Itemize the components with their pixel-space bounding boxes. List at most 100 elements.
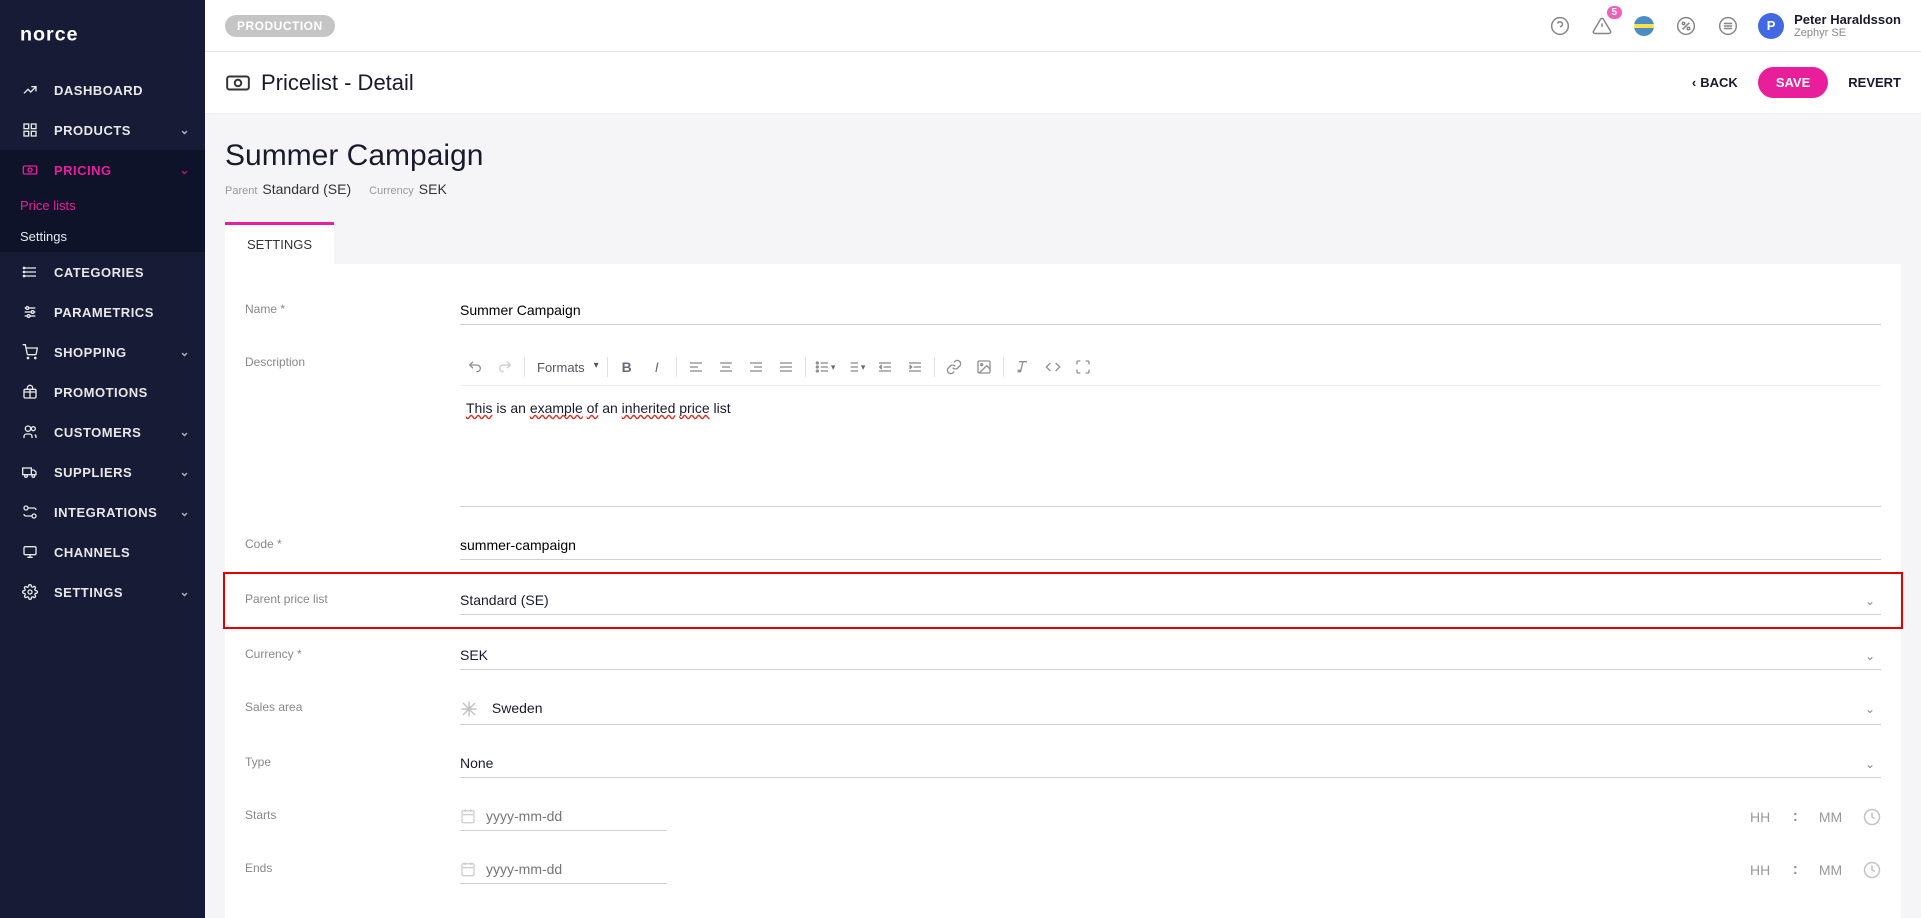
user-name: Peter Haraldsson xyxy=(1794,12,1901,27)
sidebar-item-shopping[interactable]: SHOPPING ⌄ xyxy=(0,332,205,372)
parent-select[interactable]: Standard (SE) xyxy=(460,586,1881,615)
sidebar-item-label: DASHBOARD xyxy=(54,83,143,98)
link-icon[interactable] xyxy=(939,353,969,381)
discount-icon[interactable] xyxy=(1674,14,1698,38)
sidebar: norce DASHBOARD PRODUCTS ⌄ PRICING ⌄ Pri… xyxy=(0,0,205,918)
chevron-left-icon: ‹ xyxy=(1692,75,1696,90)
back-button[interactable]: ‹BACK xyxy=(1692,75,1738,90)
chevron-down-icon: ⌄ xyxy=(179,425,190,439)
ends-label: Ends xyxy=(245,855,460,875)
revert-button[interactable]: REVERT xyxy=(1848,75,1901,90)
ends-mm[interactable]: MM xyxy=(1808,862,1853,878)
logo[interactable]: norce xyxy=(0,15,205,70)
ends-date-input[interactable] xyxy=(460,855,667,884)
rte-toolbar: Formats B I ▾ ▾ xyxy=(460,349,1881,386)
align-center-icon[interactable] xyxy=(711,353,741,381)
channels-icon xyxy=(20,544,40,560)
help-icon[interactable] xyxy=(1548,14,1572,38)
sidebar-item-parametrics[interactable]: PARAMETRICS xyxy=(0,292,205,332)
description-editor: Formats B I ▾ ▾ xyxy=(460,349,1881,507)
chevron-down-icon: ⌄ xyxy=(179,345,190,359)
code-input[interactable] xyxy=(460,531,1881,560)
formats-dropdown[interactable]: Formats xyxy=(529,356,603,379)
redo-icon[interactable] xyxy=(490,353,520,381)
main: PRODUCTION 5 P Peter Haraldsson Zephyr S… xyxy=(205,0,1921,918)
shopping-icon xyxy=(20,344,40,360)
name-input[interactable] xyxy=(460,296,1881,325)
starts-date-input[interactable] xyxy=(460,802,667,831)
chevron-down-icon: ⌄ xyxy=(179,585,190,599)
ends-hh[interactable]: HH xyxy=(1738,862,1783,878)
sidebar-item-promotions[interactable]: PROMOTIONS xyxy=(0,372,205,412)
promotions-icon xyxy=(20,384,40,400)
starts-hh[interactable]: HH xyxy=(1738,809,1783,825)
customers-icon xyxy=(20,424,40,440)
sidebar-subitem-settings[interactable]: Settings xyxy=(0,221,205,252)
chevron-down-icon: ⌄ xyxy=(1865,594,1875,608)
settings-panel: Name * Description Formats xyxy=(225,264,1901,918)
chevron-down-icon: ⌄ xyxy=(1865,649,1875,663)
numbered-list-icon[interactable]: ▾ xyxy=(840,353,870,381)
bold-icon[interactable]: B xyxy=(612,353,642,381)
currency-label: Currency * xyxy=(245,641,460,661)
indent-icon[interactable] xyxy=(900,353,930,381)
user-menu[interactable]: P Peter Haraldsson Zephyr SE xyxy=(1758,12,1901,39)
products-icon xyxy=(20,122,40,138)
clock-icon[interactable] xyxy=(1863,808,1881,826)
avatar: P xyxy=(1758,13,1784,39)
chevron-down-icon: ⌄ xyxy=(1865,757,1875,771)
sidebar-item-settings[interactable]: SETTINGS ⌄ xyxy=(0,572,205,612)
sidebar-item-label: CHANNELS xyxy=(54,545,130,560)
categories-icon xyxy=(20,264,40,280)
save-button[interactable]: SAVE xyxy=(1758,67,1828,98)
clock-icon[interactable] xyxy=(1863,861,1881,879)
sidebar-item-integrations[interactable]: INTEGRATIONS ⌄ xyxy=(0,492,205,532)
currency-meta-value: SEK xyxy=(419,181,447,197)
svg-text:norce: norce xyxy=(20,25,78,45)
sidebar-item-pricing[interactable]: PRICING ⌄ xyxy=(0,150,205,190)
code-icon[interactable] xyxy=(1038,353,1068,381)
sidebar-item-dashboard[interactable]: DASHBOARD xyxy=(0,70,205,110)
code-label: Code * xyxy=(245,531,460,551)
sidebar-item-label: PARAMETRICS xyxy=(54,305,154,320)
outdent-icon[interactable] xyxy=(870,353,900,381)
page-title: Pricelist - Detail xyxy=(261,70,414,96)
dashboard-icon xyxy=(20,82,40,98)
gear-icon xyxy=(20,584,40,600)
record-meta: ParentStandard (SE) CurrencySEK xyxy=(225,181,1901,197)
alert-icon[interactable]: 5 xyxy=(1590,14,1614,38)
image-icon[interactable] xyxy=(969,353,999,381)
sidebar-item-channels[interactable]: CHANNELS xyxy=(0,532,205,572)
sidebar-item-products[interactable]: PRODUCTS ⌄ xyxy=(0,110,205,150)
bullet-list-icon[interactable]: ▾ xyxy=(810,353,840,381)
sidebar-item-label: PRICING xyxy=(54,163,112,178)
name-label: Name * xyxy=(245,296,460,316)
clear-format-icon[interactable] xyxy=(1008,353,1038,381)
menu-icon[interactable] xyxy=(1716,14,1740,38)
parent-meta-value: Standard (SE) xyxy=(262,181,351,197)
sidebar-subitem-label: Price lists xyxy=(20,198,76,213)
fullscreen-icon[interactable] xyxy=(1068,353,1098,381)
sidebar-item-categories[interactable]: CATEGORIES xyxy=(0,252,205,292)
locale-icon[interactable] xyxy=(1632,14,1656,38)
starts-label: Starts xyxy=(245,802,460,822)
undo-icon[interactable] xyxy=(460,353,490,381)
pricelist-icon xyxy=(225,70,251,96)
sidebar-item-customers[interactable]: CUSTOMERS ⌄ xyxy=(0,412,205,452)
starts-mm[interactable]: MM xyxy=(1808,809,1853,825)
align-right-icon[interactable] xyxy=(741,353,771,381)
sales-area-select[interactable]: Sweden xyxy=(460,694,1881,725)
italic-icon[interactable]: I xyxy=(642,353,672,381)
chevron-down-icon: ⌄ xyxy=(179,123,190,137)
rte-content[interactable]: This is an example of an inherited price… xyxy=(460,386,1881,506)
parent-meta-label: Parent xyxy=(225,185,257,197)
align-left-icon[interactable] xyxy=(681,353,711,381)
sidebar-subitem-pricelists[interactable]: Price lists xyxy=(0,190,205,221)
flag-sweden-icon xyxy=(1634,16,1654,36)
align-justify-icon[interactable] xyxy=(771,353,801,381)
type-select[interactable]: None xyxy=(460,749,1881,778)
sidebar-item-suppliers[interactable]: SUPPLIERS ⌄ xyxy=(0,452,205,492)
type-label: Type xyxy=(245,749,460,769)
tab-settings[interactable]: SETTINGS xyxy=(225,222,334,264)
currency-select[interactable]: SEK xyxy=(460,641,1881,670)
